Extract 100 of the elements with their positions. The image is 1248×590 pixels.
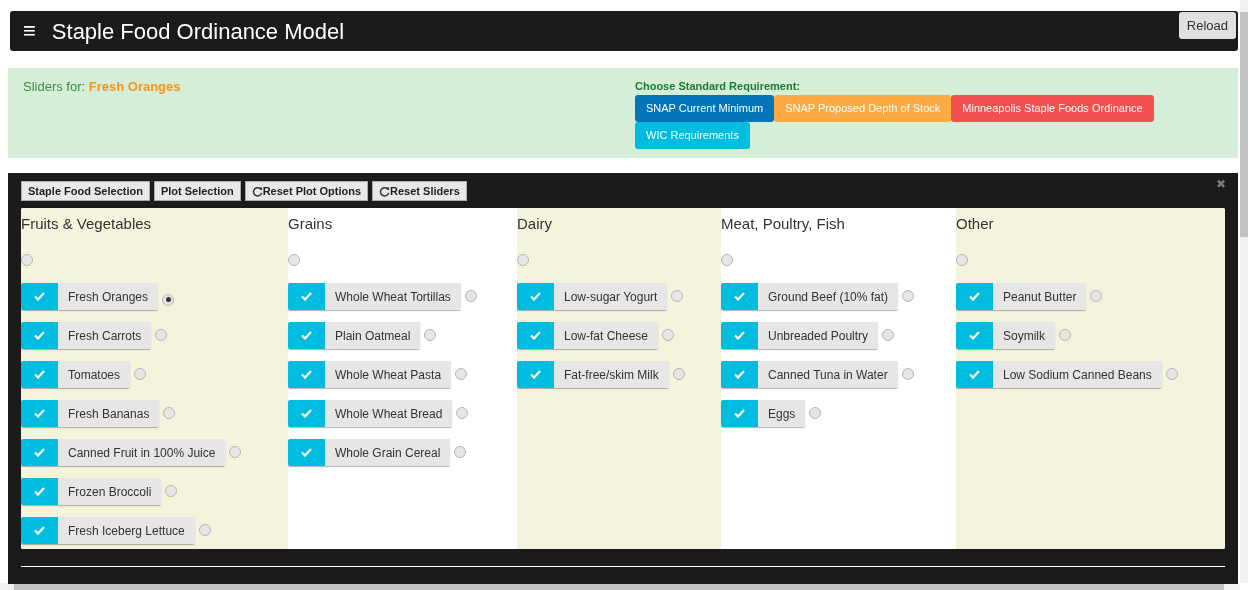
radio-button[interactable] bbox=[424, 329, 437, 341]
radio-button[interactable] bbox=[21, 254, 33, 266]
toolbar-button[interactable]: Plot Selection bbox=[153, 181, 241, 201]
radio-button[interactable] bbox=[901, 368, 914, 380]
food-button[interactable]: Peanut Butter bbox=[993, 283, 1087, 310]
refresh-icon bbox=[379, 185, 391, 197]
radio-button[interactable] bbox=[464, 290, 477, 302]
radio-button[interactable] bbox=[662, 329, 675, 341]
checkbox-toggle[interactable] bbox=[517, 361, 554, 388]
standard-heading: Choose Standard Requirement: bbox=[635, 79, 802, 94]
checkbox-toggle[interactable] bbox=[721, 322, 758, 349]
food-button[interactable]: Fat-free/skim Milk bbox=[554, 361, 669, 388]
food-button[interactable]: Whole Wheat Bread bbox=[325, 400, 453, 427]
checkbox-toggle[interactable] bbox=[288, 439, 325, 466]
refresh-icon bbox=[251, 185, 263, 197]
checkbox-toggle[interactable] bbox=[721, 361, 758, 388]
check-icon bbox=[34, 331, 45, 340]
app-title: Staple Food Ordinance Model bbox=[51, 17, 345, 46]
radio-button[interactable] bbox=[902, 290, 915, 302]
checkbox-toggle[interactable] bbox=[288, 361, 325, 388]
checkbox-toggle[interactable] bbox=[21, 361, 58, 388]
radio-button[interactable] bbox=[165, 485, 178, 497]
radio-button[interactable] bbox=[229, 446, 242, 458]
check-icon bbox=[301, 292, 312, 301]
radio-button[interactable] bbox=[198, 524, 211, 536]
radio-button[interactable] bbox=[288, 254, 300, 266]
food-button[interactable]: Canned Tuna in Water bbox=[758, 361, 898, 388]
toolbar-button[interactable]: Reset Plot Options bbox=[244, 181, 369, 201]
check-icon bbox=[301, 370, 312, 379]
radio-button[interactable] bbox=[671, 290, 684, 302]
check-icon bbox=[34, 448, 45, 457]
checkbox-toggle[interactable] bbox=[288, 400, 325, 427]
radio-button[interactable] bbox=[517, 254, 529, 266]
radio-button[interactable] bbox=[882, 329, 895, 341]
food-button[interactable]: Frozen Broccoli bbox=[58, 478, 162, 505]
radio-button[interactable] bbox=[155, 329, 168, 341]
radio-button[interactable] bbox=[163, 407, 176, 419]
checkbox-toggle[interactable] bbox=[21, 439, 58, 466]
radio-button[interactable] bbox=[455, 368, 468, 380]
menu-icon[interactable]: ≡ bbox=[23, 20, 36, 42]
radio-button[interactable] bbox=[456, 407, 469, 419]
toolbar-button[interactable]: Reset Sliders bbox=[372, 181, 467, 201]
checkbox-toggle[interactable] bbox=[721, 283, 758, 310]
food-button[interactable]: Tomatoes bbox=[58, 361, 131, 388]
check-icon bbox=[301, 331, 312, 340]
checkbox-toggle[interactable] bbox=[21, 517, 58, 544]
radio-button[interactable] bbox=[1090, 290, 1103, 302]
check-icon bbox=[734, 292, 745, 301]
food-button[interactable]: Whole Wheat Tortillas bbox=[325, 283, 461, 310]
food-button[interactable]: Low-sugar Yogurt bbox=[554, 283, 668, 310]
check-icon bbox=[301, 448, 312, 457]
category-heading: Other bbox=[956, 215, 995, 233]
radio-button[interactable] bbox=[454, 446, 467, 458]
food-button[interactable]: Plain Oatmeal bbox=[325, 322, 421, 349]
checkbox-toggle[interactable] bbox=[517, 283, 554, 310]
food-button[interactable]: Whole Wheat Pasta bbox=[325, 361, 452, 388]
food-button[interactable]: Unbreaded Poultry bbox=[758, 322, 879, 349]
checkbox-toggle[interactable] bbox=[288, 322, 325, 349]
check-icon bbox=[969, 292, 980, 301]
checkbox-toggle[interactable] bbox=[21, 322, 58, 349]
check-icon bbox=[530, 331, 541, 340]
checkbox-toggle[interactable] bbox=[21, 478, 58, 505]
checkbox-toggle[interactable] bbox=[956, 322, 993, 349]
food-button[interactable]: Fresh Oranges bbox=[58, 283, 159, 310]
check-icon bbox=[734, 370, 745, 379]
toolbar-button[interactable]: Staple Food Selection bbox=[21, 181, 150, 201]
checkbox-toggle[interactable] bbox=[21, 283, 58, 310]
reload-button[interactable]: Reload bbox=[1178, 12, 1236, 39]
close-icon[interactable]: ✖ bbox=[1216, 175, 1226, 193]
radio-button[interactable] bbox=[809, 407, 822, 419]
check-icon bbox=[34, 409, 45, 418]
food-button[interactable]: Canned Fruit in 100% Juice bbox=[58, 439, 226, 466]
food-button[interactable]: Fresh Carrots bbox=[58, 322, 152, 349]
checkbox-toggle[interactable] bbox=[288, 283, 325, 310]
radio-button[interactable] bbox=[162, 293, 175, 306]
radio-button[interactable] bbox=[721, 254, 733, 266]
check-icon bbox=[530, 292, 541, 301]
food-button[interactable]: Whole Grain Cereal bbox=[325, 439, 451, 466]
selected-food: Fresh Oranges bbox=[88, 79, 181, 94]
checkbox-toggle[interactable] bbox=[956, 283, 993, 310]
sliders-label: Sliders for: bbox=[23, 79, 86, 94]
checkbox-toggle[interactable] bbox=[517, 322, 554, 349]
radio-button[interactable] bbox=[956, 254, 968, 266]
standard-button[interactable]: SNAP Current Minimum bbox=[635, 94, 775, 122]
radio-button[interactable] bbox=[672, 368, 685, 380]
food-button[interactable]: Fresh Iceberg Lettuce bbox=[58, 517, 195, 544]
check-icon bbox=[734, 409, 745, 418]
scrollbar-thumb[interactable] bbox=[1240, 12, 1248, 237]
checkbox-toggle[interactable] bbox=[721, 400, 758, 427]
food-button[interactable]: Soymilk bbox=[993, 322, 1055, 349]
food-button[interactable]: Eggs bbox=[758, 400, 806, 427]
checkbox-toggle[interactable] bbox=[956, 361, 993, 388]
checkbox-toggle[interactable] bbox=[21, 400, 58, 427]
food-button[interactable]: Low-fat Cheese bbox=[554, 322, 659, 349]
food-button[interactable]: Ground Beef (10% fat) bbox=[758, 283, 899, 310]
food-button[interactable]: Low Sodium Canned Beans bbox=[993, 361, 1162, 388]
radio-button[interactable] bbox=[134, 368, 147, 380]
food-button[interactable]: Fresh Bananas bbox=[58, 400, 160, 427]
radio-button[interactable] bbox=[1059, 329, 1071, 341]
radio-button[interactable] bbox=[1165, 368, 1178, 380]
